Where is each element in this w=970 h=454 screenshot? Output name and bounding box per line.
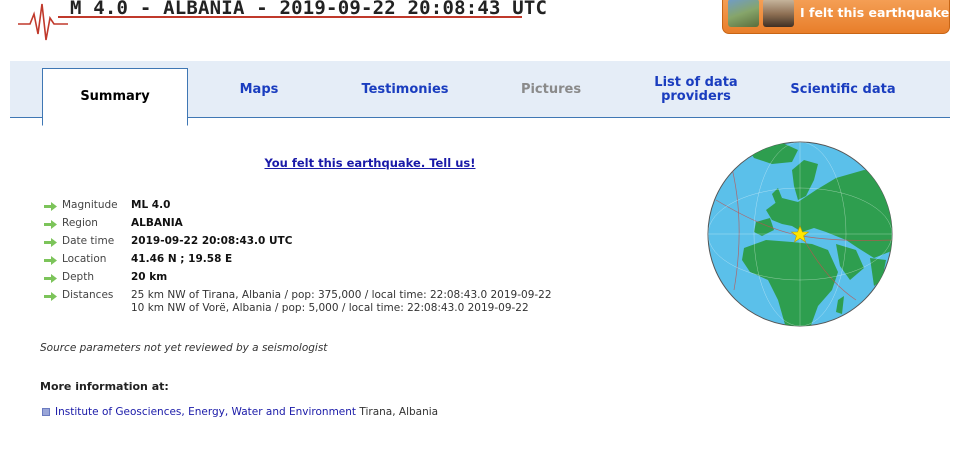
seismograph-logo-icon bbox=[18, 3, 68, 41]
param-label: Region bbox=[62, 217, 98, 229]
tell-us-link[interactable]: You felt this earthquake. Tell us! bbox=[0, 156, 740, 170]
institute-place: Tirana, Albania bbox=[359, 406, 439, 418]
distance-line-1: 25 km NW of Tirana, Albania / pop: 375,0… bbox=[131, 289, 552, 301]
tab-bar: Summary Maps Testimonies Pictures List o… bbox=[10, 61, 950, 126]
institute-link[interactable]: Institute of Geosciences, Energy, Water … bbox=[55, 406, 356, 418]
bullet-icon bbox=[42, 408, 50, 416]
param-value: 41.46 N ; 19.58 E bbox=[131, 253, 233, 265]
param-label: Depth bbox=[62, 271, 94, 283]
param-label: Date time bbox=[62, 235, 115, 247]
felt-photo-thumbnail-2 bbox=[763, 0, 794, 27]
felt-photo-thumbnail-1 bbox=[728, 0, 759, 27]
green-arrow-icon bbox=[44, 256, 57, 265]
institute-item: Institute of Geosciences, Energy, Water … bbox=[42, 406, 438, 418]
tab-testimonies[interactable]: Testimonies bbox=[330, 61, 480, 118]
globe-map-icon bbox=[707, 141, 893, 327]
param-value: 25 km NW of Tirana, Albania / pop: 375,0… bbox=[131, 289, 552, 315]
param-value: 2019-09-22 20:08:43.0 UTC bbox=[131, 235, 293, 247]
green-arrow-icon bbox=[44, 238, 57, 247]
review-note: Source parameters not yet reviewed by a … bbox=[40, 342, 328, 354]
felt-earthquake-button[interactable]: I felt this earthquake bbox=[722, 0, 950, 34]
param-label: Magnitude bbox=[62, 199, 118, 211]
felt-button-label: I felt this earthquake bbox=[800, 5, 950, 20]
tab-summary[interactable]: Summary bbox=[42, 68, 188, 126]
page-title: M 4.0 - ALBANIA - 2019-09-22 20:08:43 UT… bbox=[70, 0, 548, 19]
green-arrow-icon bbox=[44, 202, 57, 211]
green-arrow-icon bbox=[44, 220, 57, 229]
more-info-heading: More information at: bbox=[40, 380, 169, 393]
tab-pictures: Pictures bbox=[520, 81, 582, 97]
green-arrow-icon bbox=[44, 274, 57, 283]
param-value: ALBANIA bbox=[131, 217, 183, 229]
tab-scientific-data[interactable]: Scientific data bbox=[772, 61, 914, 118]
param-label: Location bbox=[62, 253, 107, 265]
distance-line-2: 10 km NW of Vorë, Albania / pop: 5,000 /… bbox=[131, 302, 529, 314]
param-label: Distances bbox=[62, 289, 114, 301]
tab-maps[interactable]: Maps bbox=[200, 61, 318, 118]
header: M 4.0 - ALBANIA - 2019-09-22 20:08:43 UT… bbox=[0, 0, 970, 60]
green-arrow-icon bbox=[44, 292, 57, 301]
tab-data-providers[interactable]: List of data providers bbox=[636, 61, 756, 118]
param-value: 20 km bbox=[131, 271, 168, 283]
param-value: ML 4.0 bbox=[131, 199, 171, 211]
